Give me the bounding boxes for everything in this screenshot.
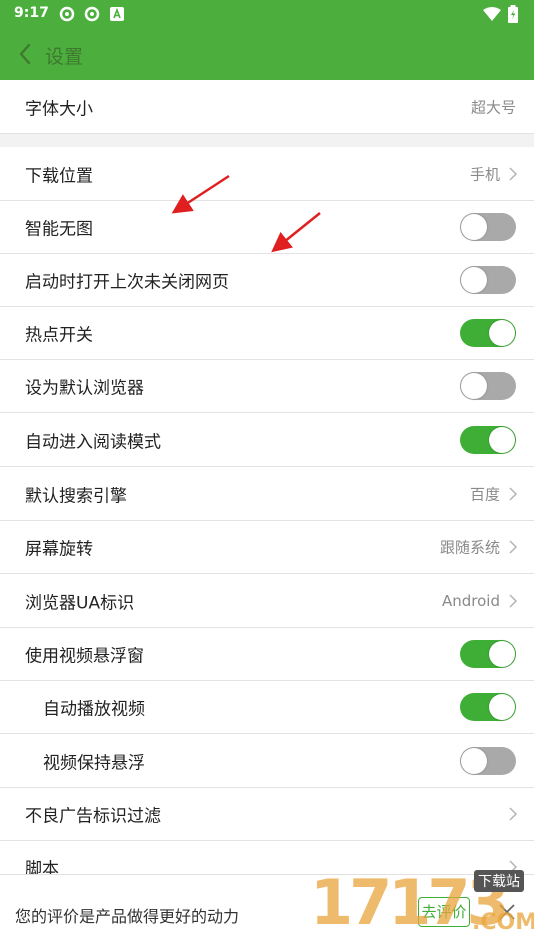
setting-search-engine[interactable]: 默认搜索引擎 百度 xyxy=(0,467,534,521)
setting-reading-mode: 自动进入阅读模式 xyxy=(0,413,534,467)
annotation-arrow xyxy=(271,212,321,253)
watermark-domain: .COM xyxy=(472,910,534,935)
setting-label: 默认搜索引擎 xyxy=(25,486,127,506)
setting-ua[interactable]: 浏览器UA标识 Android xyxy=(0,574,534,628)
toggle-knob xyxy=(489,694,515,720)
setting-label: 不良广告标识过滤 xyxy=(25,806,161,827)
setting-label: 自动播放视频 xyxy=(43,699,145,720)
watermark-tag: 下载站 xyxy=(474,870,524,892)
setting-video-float: 使用视频悬浮窗 xyxy=(0,628,534,681)
setting-video-keep-float: 视频保持悬浮 xyxy=(0,734,534,788)
toggle-knob xyxy=(489,320,515,346)
chevron-right-icon xyxy=(509,540,518,554)
setting-value: Android xyxy=(442,591,500,610)
toggle-switch[interactable] xyxy=(460,372,516,400)
toggle-switch[interactable] xyxy=(460,746,516,775)
toggle-switch[interactable] xyxy=(460,640,516,668)
setting-label: 屏幕旋转 xyxy=(25,539,93,560)
setting-autoplay-video: 自动播放视频 xyxy=(0,681,534,734)
setting-label: 自动进入阅读模式 xyxy=(25,432,161,452)
setting-label: 设为默认浏览器 xyxy=(25,378,144,399)
chevron-right-icon xyxy=(509,593,518,608)
setting-label: 视频保持悬浮 xyxy=(43,753,145,773)
toggle-switch[interactable] xyxy=(460,319,516,347)
setting-label: 使用视频悬浮窗 xyxy=(25,646,144,667)
annotation-arrow xyxy=(171,174,230,214)
setting-default-browser: 设为默认浏览器 xyxy=(0,360,534,413)
setting-screen-rotation[interactable]: 屏幕旋转 跟随系统 xyxy=(0,521,534,574)
chevron-right-icon xyxy=(509,807,518,821)
setting-label: 浏览器UA标识 xyxy=(25,593,135,613)
setting-value: 百度 xyxy=(469,485,500,503)
rating-message: 您的评价是产品做得更好的动力 xyxy=(15,907,240,926)
watermark-logo: 17173 下载站 .COM xyxy=(310,860,534,950)
setting-label: 热点开关 xyxy=(25,325,93,346)
setting-ad-filter[interactable]: 不良广告标识过滤 xyxy=(0,788,534,841)
toggle-knob xyxy=(461,373,487,399)
setting-value: 跟随系统 xyxy=(439,538,500,557)
toggle-knob xyxy=(489,426,515,453)
toggle-switch[interactable] xyxy=(460,693,516,721)
chevron-right-icon xyxy=(509,486,518,501)
toggle-switch[interactable] xyxy=(460,425,516,454)
setting-hotspot: 热点开关 xyxy=(0,307,534,360)
annotation-arrows xyxy=(171,174,321,253)
toggle-knob xyxy=(489,641,515,667)
toggle-knob xyxy=(461,747,487,774)
